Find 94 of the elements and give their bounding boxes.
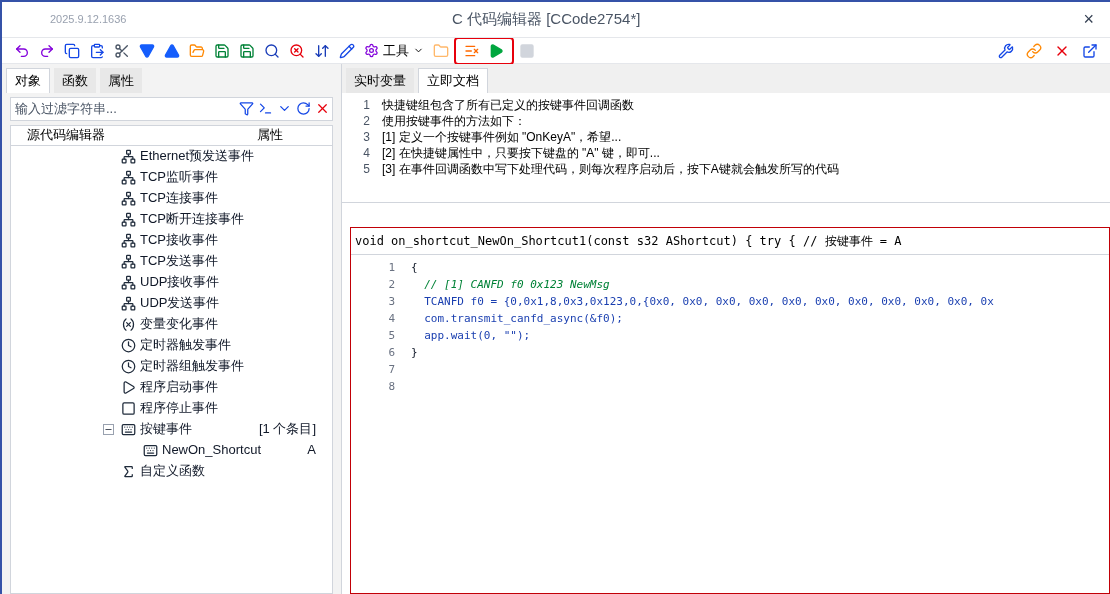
- line-number: 2: [387, 276, 396, 293]
- tree-item[interactable]: UDP发送事件: [11, 292, 332, 314]
- tree-item[interactable]: 定时器组触发事件: [11, 355, 332, 377]
- line-number: 4: [362, 144, 371, 161]
- tree-item-label: 自定义函数: [140, 462, 205, 481]
- play-icon: [121, 379, 136, 395]
- network-icon: [121, 253, 136, 269]
- tree-item-label: TCP接收事件: [140, 231, 218, 250]
- code-line: // [1] CANFD f0 0x123 NewMsg: [423, 276, 610, 293]
- keyboard-icon: [143, 442, 158, 458]
- refresh-icon: [296, 101, 311, 116]
- tree-item[interactable]: 变量变化事件: [11, 313, 332, 335]
- document-line: 使用按键事件的方法如下：: [382, 112, 526, 129]
- tree-item[interactable]: TCP接收事件: [11, 229, 332, 251]
- tree-item-label: 按键事件: [140, 420, 192, 439]
- tools-menu-button[interactable]: 工具: [360, 40, 428, 61]
- tree-item[interactable]: 按键事件 [1 个条目]: [11, 418, 332, 440]
- clock-icon: [121, 337, 136, 353]
- panel-tab[interactable]: 实时变量: [346, 68, 414, 93]
- tree-item[interactable]: UDP接收事件: [11, 271, 332, 293]
- collapse-toggle-icon[interactable]: [103, 423, 114, 435]
- line-number: 5: [387, 327, 396, 344]
- tree-item[interactable]: TCP监听事件: [11, 166, 332, 188]
- network-icon: [121, 148, 136, 164]
- tree-item-label: TCP断开连接事件: [140, 210, 244, 229]
- tree-item[interactable]: 定时器触发事件: [11, 334, 332, 356]
- tree-item-label: NewOn_Shortcut: [162, 441, 261, 460]
- gear-icon: [364, 43, 379, 58]
- close-button[interactable]: ×: [1083, 6, 1094, 33]
- line-number: 3: [362, 128, 371, 145]
- code-line: com.transmit_canfd_async(&f0);: [423, 310, 623, 327]
- network-icon: [121, 295, 136, 311]
- document-line: [3] 在事件回调函数中写下处理代码，则每次程序启动后，按下A键就会触发所写的代码: [382, 160, 839, 177]
- tree-item-label: 变量变化事件: [140, 315, 218, 334]
- tree-item-label: UDP发送事件: [140, 294, 220, 313]
- version-label: 2025.9.12.1636: [50, 12, 127, 28]
- document-line: [2] 在快捷键属性中，只要按下键盘的 "A" 键，即可...: [382, 144, 660, 161]
- network-icon: [121, 169, 136, 185]
- code-line: {: [411, 259, 418, 276]
- line-number: 2: [362, 112, 371, 129]
- document-line: [1] 定义一个按键事件例如 "OnKeyA"，希望...: [382, 128, 622, 145]
- clock-icon: [121, 358, 136, 374]
- tree-item[interactable]: NewOn_Shortcut A: [11, 439, 332, 461]
- tree-item[interactable]: TCP断开连接事件: [11, 208, 332, 230]
- tree-item-label: UDP接收事件: [140, 273, 220, 292]
- panel-tab[interactable]: 函数: [54, 68, 96, 93]
- tree-item-label: TCP连接事件: [140, 189, 218, 208]
- filter-icon: [239, 101, 254, 116]
- panel-tab[interactable]: 对象: [6, 68, 50, 93]
- tree-item-label: 程序启动事件: [140, 378, 218, 397]
- line-number: 1: [362, 96, 371, 113]
- tree-item[interactable]: 自定义函数: [11, 460, 332, 482]
- clear-icon: [315, 101, 330, 116]
- code-line: }: [411, 344, 418, 361]
- sigma-icon: [121, 463, 136, 479]
- line-number: 8: [387, 378, 396, 395]
- variable-icon: [121, 316, 136, 332]
- filter-input[interactable]: 输入过滤字符串...: [11, 97, 237, 120]
- tree-item-value: [1 个条目]: [258, 420, 316, 439]
- document-line: 快捷键组包含了所有已定义的按键事件回调函数: [382, 96, 634, 113]
- tree-item[interactable]: Ethernet预发送事件: [11, 145, 332, 167]
- line-number: 7: [387, 361, 396, 378]
- terminal-icon: [258, 101, 273, 116]
- network-icon: [121, 211, 136, 227]
- filter-field[interactable]: 输入过滤字符串...: [10, 96, 333, 121]
- network-icon: [121, 190, 136, 206]
- column-header: 源代码编辑器: [26, 126, 106, 145]
- code-line: app.wait(0, "");: [423, 327, 531, 344]
- tree-item[interactable]: 程序停止事件: [11, 397, 332, 419]
- line-number: 6: [387, 344, 396, 361]
- tree-item-label: 定时器组触发事件: [140, 357, 244, 376]
- tree-item[interactable]: TCP连接事件: [11, 187, 332, 209]
- line-number: 1: [387, 259, 396, 276]
- tree-item-value: A: [307, 441, 316, 460]
- tree-item-label: 定时器触发事件: [140, 336, 231, 355]
- panel-tab[interactable]: 立即文档: [418, 68, 488, 93]
- network-icon: [121, 274, 136, 290]
- stop-icon: [121, 400, 136, 416]
- tree-item-label: TCP发送事件: [140, 252, 218, 271]
- tree-item[interactable]: 程序启动事件: [11, 376, 332, 398]
- tree-item[interactable]: TCP发送事件: [11, 250, 332, 272]
- network-icon: [121, 232, 136, 248]
- window-title: C 代码编辑器 [CCode2754*]: [452, 9, 641, 30]
- panel-tab[interactable]: 属性: [100, 68, 142, 93]
- tree-item-label: 程序停止事件: [140, 399, 218, 418]
- line-number: 4: [387, 310, 396, 327]
- keyboard-icon: [121, 421, 136, 437]
- line-number: 5: [362, 160, 371, 177]
- column-header: 属性: [256, 126, 283, 145]
- tree-item-label: TCP监听事件: [140, 168, 218, 187]
- code-line: TCANFD f0 = {0,0x1,8,0x3,0x123,0,{0x0, 0x0, 0x0, 0x0, 0x0, 0x0, 0x0, 0x0, 0x0, 0x0, 0x: [423, 293, 994, 310]
- function-header: void on_shortcut_NewOn_Shortcut1(const s32 AShortcut) { try { // 按键事件 = A: [351, 227, 1109, 255]
- tree-item-label: Ethernet预发送事件: [140, 147, 255, 166]
- line-number: 3: [387, 293, 396, 310]
